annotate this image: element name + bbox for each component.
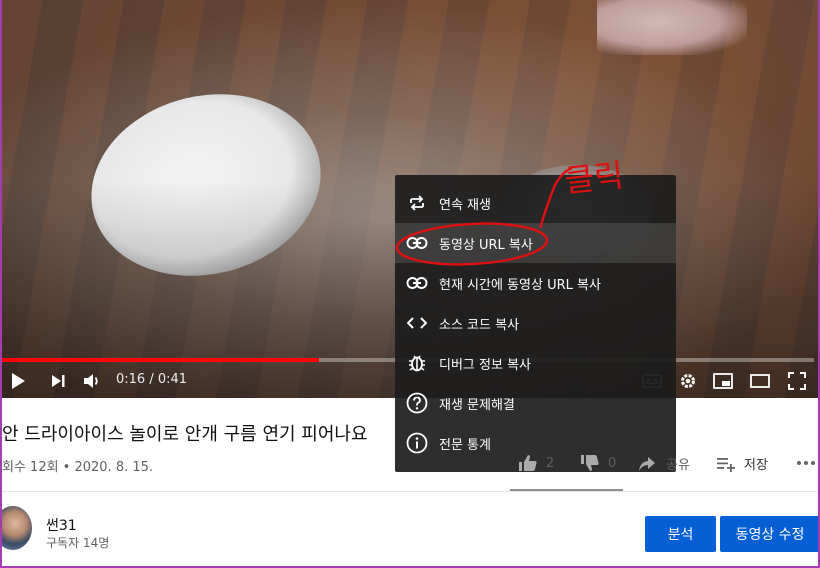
subscriber-count: 구독자 14명 bbox=[46, 536, 110, 550]
info-icon bbox=[405, 431, 429, 455]
channel-name[interactable]: 썬31 bbox=[46, 515, 77, 535]
divider bbox=[2, 491, 818, 492]
save-button[interactable]: 저장 bbox=[716, 454, 768, 473]
share-icon bbox=[639, 456, 655, 471]
video-title: 안 드라이아이스 놀이로 안개 구름 연기 피어나요 bbox=[2, 424, 368, 445]
play-icon bbox=[12, 373, 25, 389]
analytics-button[interactable]: 분석 bbox=[645, 516, 716, 552]
share-label: 공유 bbox=[666, 458, 690, 473]
thumbs-down-icon bbox=[581, 455, 599, 471]
menu-item-copy-embed-code[interactable]: 소스 코드 복사 bbox=[395, 303, 676, 343]
more-horiz-icon bbox=[797, 461, 815, 465]
next-icon bbox=[52, 375, 65, 387]
menu-item-loop[interactable]: 연속 재생 bbox=[395, 183, 676, 223]
dislike-button[interactable]: 0 bbox=[580, 454, 616, 472]
edit-video-button[interactable]: 동영상 수정 bbox=[720, 516, 818, 552]
dislike-count: 0 bbox=[608, 455, 617, 471]
more-actions-button[interactable] bbox=[796, 452, 816, 468]
menu-item-label: 디버그 정보 복사 bbox=[439, 357, 531, 373]
bug-icon bbox=[405, 351, 429, 375]
gear-icon bbox=[681, 374, 695, 388]
menu-item-copy-url-at-time[interactable]: 현재 시간에 동영상 URL 복사 bbox=[395, 263, 676, 303]
menu-item-label: 소스 코드 복사 bbox=[439, 317, 520, 333]
video-meta: 회수 12회 • 2020. 8. 15. bbox=[2, 460, 154, 475]
menu-item-label: 동영상 URL 복사 bbox=[439, 237, 533, 253]
miniplayer-button[interactable] bbox=[710, 366, 736, 396]
avatar[interactable] bbox=[2, 506, 32, 550]
fullscreen-icon bbox=[788, 372, 806, 390]
theater-icon bbox=[750, 374, 770, 388]
help-icon bbox=[405, 391, 429, 415]
thumbs-up-icon bbox=[519, 455, 537, 471]
settings-button[interactable] bbox=[676, 366, 700, 396]
loop-icon bbox=[405, 191, 429, 215]
menu-item-label: 전문 통계 bbox=[439, 437, 491, 453]
menu-item-copy-url[interactable]: 동영상 URL 복사 bbox=[395, 223, 676, 263]
link-icon bbox=[405, 271, 429, 295]
menu-item-label: 재생 문제해결 bbox=[439, 397, 515, 413]
menu-item-copy-debug-info[interactable]: 디버그 정보 복사 bbox=[395, 343, 676, 383]
context-menu: 연속 재생 동영상 URL 복사 현재 시간에 동영상 URL 복사 소스 코드… bbox=[395, 175, 676, 472]
link-icon bbox=[405, 231, 429, 255]
menu-item-label: 현재 시간에 동영상 URL 복사 bbox=[439, 277, 601, 293]
theater-mode-button[interactable] bbox=[747, 366, 773, 396]
progress-bar-fill bbox=[2, 358, 319, 362]
menu-item-label: 연속 재생 bbox=[439, 197, 491, 213]
playlist-add-icon bbox=[717, 457, 735, 472]
code-icon bbox=[405, 311, 429, 335]
play-button[interactable] bbox=[6, 366, 30, 396]
fullscreen-button[interactable] bbox=[784, 366, 810, 396]
next-button[interactable] bbox=[46, 366, 70, 396]
save-label: 저장 bbox=[744, 458, 768, 473]
volume-button[interactable] bbox=[80, 366, 104, 396]
volume-icon bbox=[84, 374, 98, 388]
menu-item-troubleshoot[interactable]: 재생 문제해결 bbox=[395, 383, 676, 423]
page: 0:16 / 0:41 연속 재생 동영상 URL 복사 현재 시간에 동영상 … bbox=[0, 0, 820, 568]
like-count: 2 bbox=[546, 455, 555, 471]
like-button[interactable]: 2 bbox=[518, 454, 554, 472]
share-button[interactable]: 공유 bbox=[638, 454, 690, 473]
time-display: 0:16 / 0:41 bbox=[116, 372, 188, 387]
miniplayer-icon bbox=[713, 373, 733, 389]
